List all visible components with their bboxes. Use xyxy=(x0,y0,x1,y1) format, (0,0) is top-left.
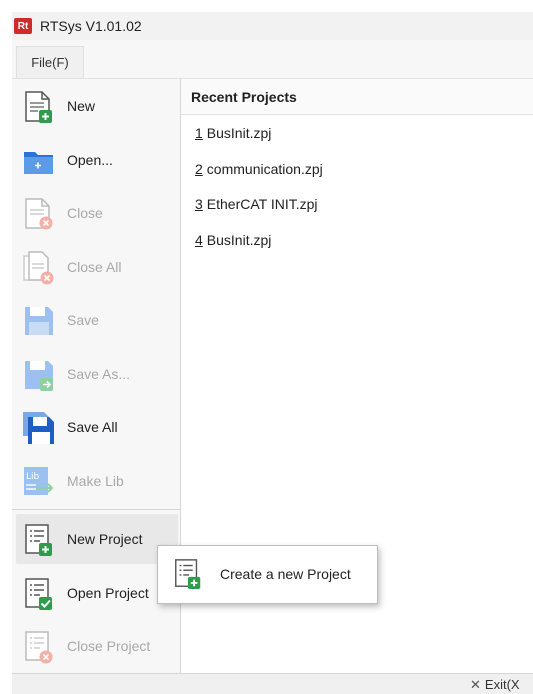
recent-project-item[interactable]: 3 EtherCAT INIT.zpj xyxy=(195,196,318,212)
menu-bar: File(F) xyxy=(12,40,533,79)
menu-save-label: Save xyxy=(67,312,99,328)
menu-save-all[interactable]: Save All xyxy=(12,402,180,452)
menu-new-project-label: New Project xyxy=(67,531,143,547)
exit-label: Exit(X xyxy=(484,677,520,692)
file-menu-tab[interactable]: File(F) xyxy=(16,46,84,78)
open-project-icon xyxy=(25,578,52,610)
recent-projects-title: Recent Projects xyxy=(191,89,297,105)
recent-project-name: EtherCAT INIT.zpj xyxy=(206,196,318,212)
recent-project-name: BusInit.zpj xyxy=(206,125,272,141)
menu-open[interactable]: Open... xyxy=(12,135,180,185)
menu-save: Save xyxy=(12,295,180,345)
recent-project-item[interactable]: 2 communication.zpj xyxy=(195,161,323,177)
menu-save-as: Save As... xyxy=(12,349,180,399)
recent-project-name: BusInit.zpj xyxy=(206,232,272,248)
folder-icon xyxy=(24,152,53,174)
menu-open-project[interactable]: Open Project xyxy=(12,568,180,618)
recent-projects-header: Recent Projects xyxy=(181,79,533,115)
menu-open-project-label: Open Project xyxy=(67,585,149,601)
menu-close: Close xyxy=(12,188,180,238)
close-file-icon xyxy=(25,198,53,230)
menu-close-all: Close All xyxy=(12,242,180,292)
title-bar: Rt RTSys V1.01.02 xyxy=(12,12,533,40)
make-lib-icon: Lib xyxy=(24,467,54,495)
new-file-icon xyxy=(25,91,52,123)
recent-project-item[interactable]: 1 BusInit.zpj xyxy=(195,125,271,141)
recent-project-number: 1 xyxy=(195,125,203,141)
menu-make-lib: Lib Make Lib xyxy=(12,456,180,506)
save-as-icon xyxy=(25,361,53,391)
menu-open-label: Open... xyxy=(67,152,113,168)
exit-button[interactable]: ✕ Exit(X xyxy=(470,677,520,693)
status-bar: ✕ Exit(X xyxy=(12,673,533,694)
recent-project-name: communication.zpj xyxy=(206,161,323,177)
window-title: RTSys V1.01.02 xyxy=(40,18,142,34)
app-logo-icon: Rt xyxy=(14,18,32,34)
menu-close-all-label: Close All xyxy=(67,259,122,275)
save-icon xyxy=(25,307,53,335)
recent-project-item[interactable]: 4 BusInit.zpj xyxy=(195,232,271,248)
menu-close-project: Close Project xyxy=(12,621,180,671)
tooltip-text: Create a new Project xyxy=(220,566,351,582)
close-project-icon xyxy=(25,631,53,664)
menu-new-label: New xyxy=(67,98,96,114)
menu-make-lib-label: Make Lib xyxy=(67,473,124,489)
file-menu-panel: New Open... Close Close All Save Save As… xyxy=(12,79,181,673)
menu-close-label: Close xyxy=(67,205,103,221)
new-project-tooltip: Create a new Project xyxy=(157,545,378,604)
menu-separator xyxy=(12,509,180,510)
new-project-icon xyxy=(175,559,201,590)
close-icon: ✕ xyxy=(470,677,481,692)
menu-new-project[interactable]: New Project xyxy=(16,514,178,564)
recent-project-number: 2 xyxy=(195,161,203,177)
close-all-icon xyxy=(23,251,54,285)
svg-text:Lib: Lib xyxy=(26,472,40,482)
menu-save-as-label: Save As... xyxy=(67,366,131,382)
recent-project-number: 4 xyxy=(195,232,203,248)
menu-new[interactable]: New xyxy=(12,81,180,131)
menu-close-project-label: Close Project xyxy=(67,638,151,654)
save-all-icon xyxy=(23,412,54,444)
recent-project-number: 3 xyxy=(195,196,203,212)
menu-save-all-label: Save All xyxy=(67,419,118,435)
new-project-icon xyxy=(25,524,52,556)
